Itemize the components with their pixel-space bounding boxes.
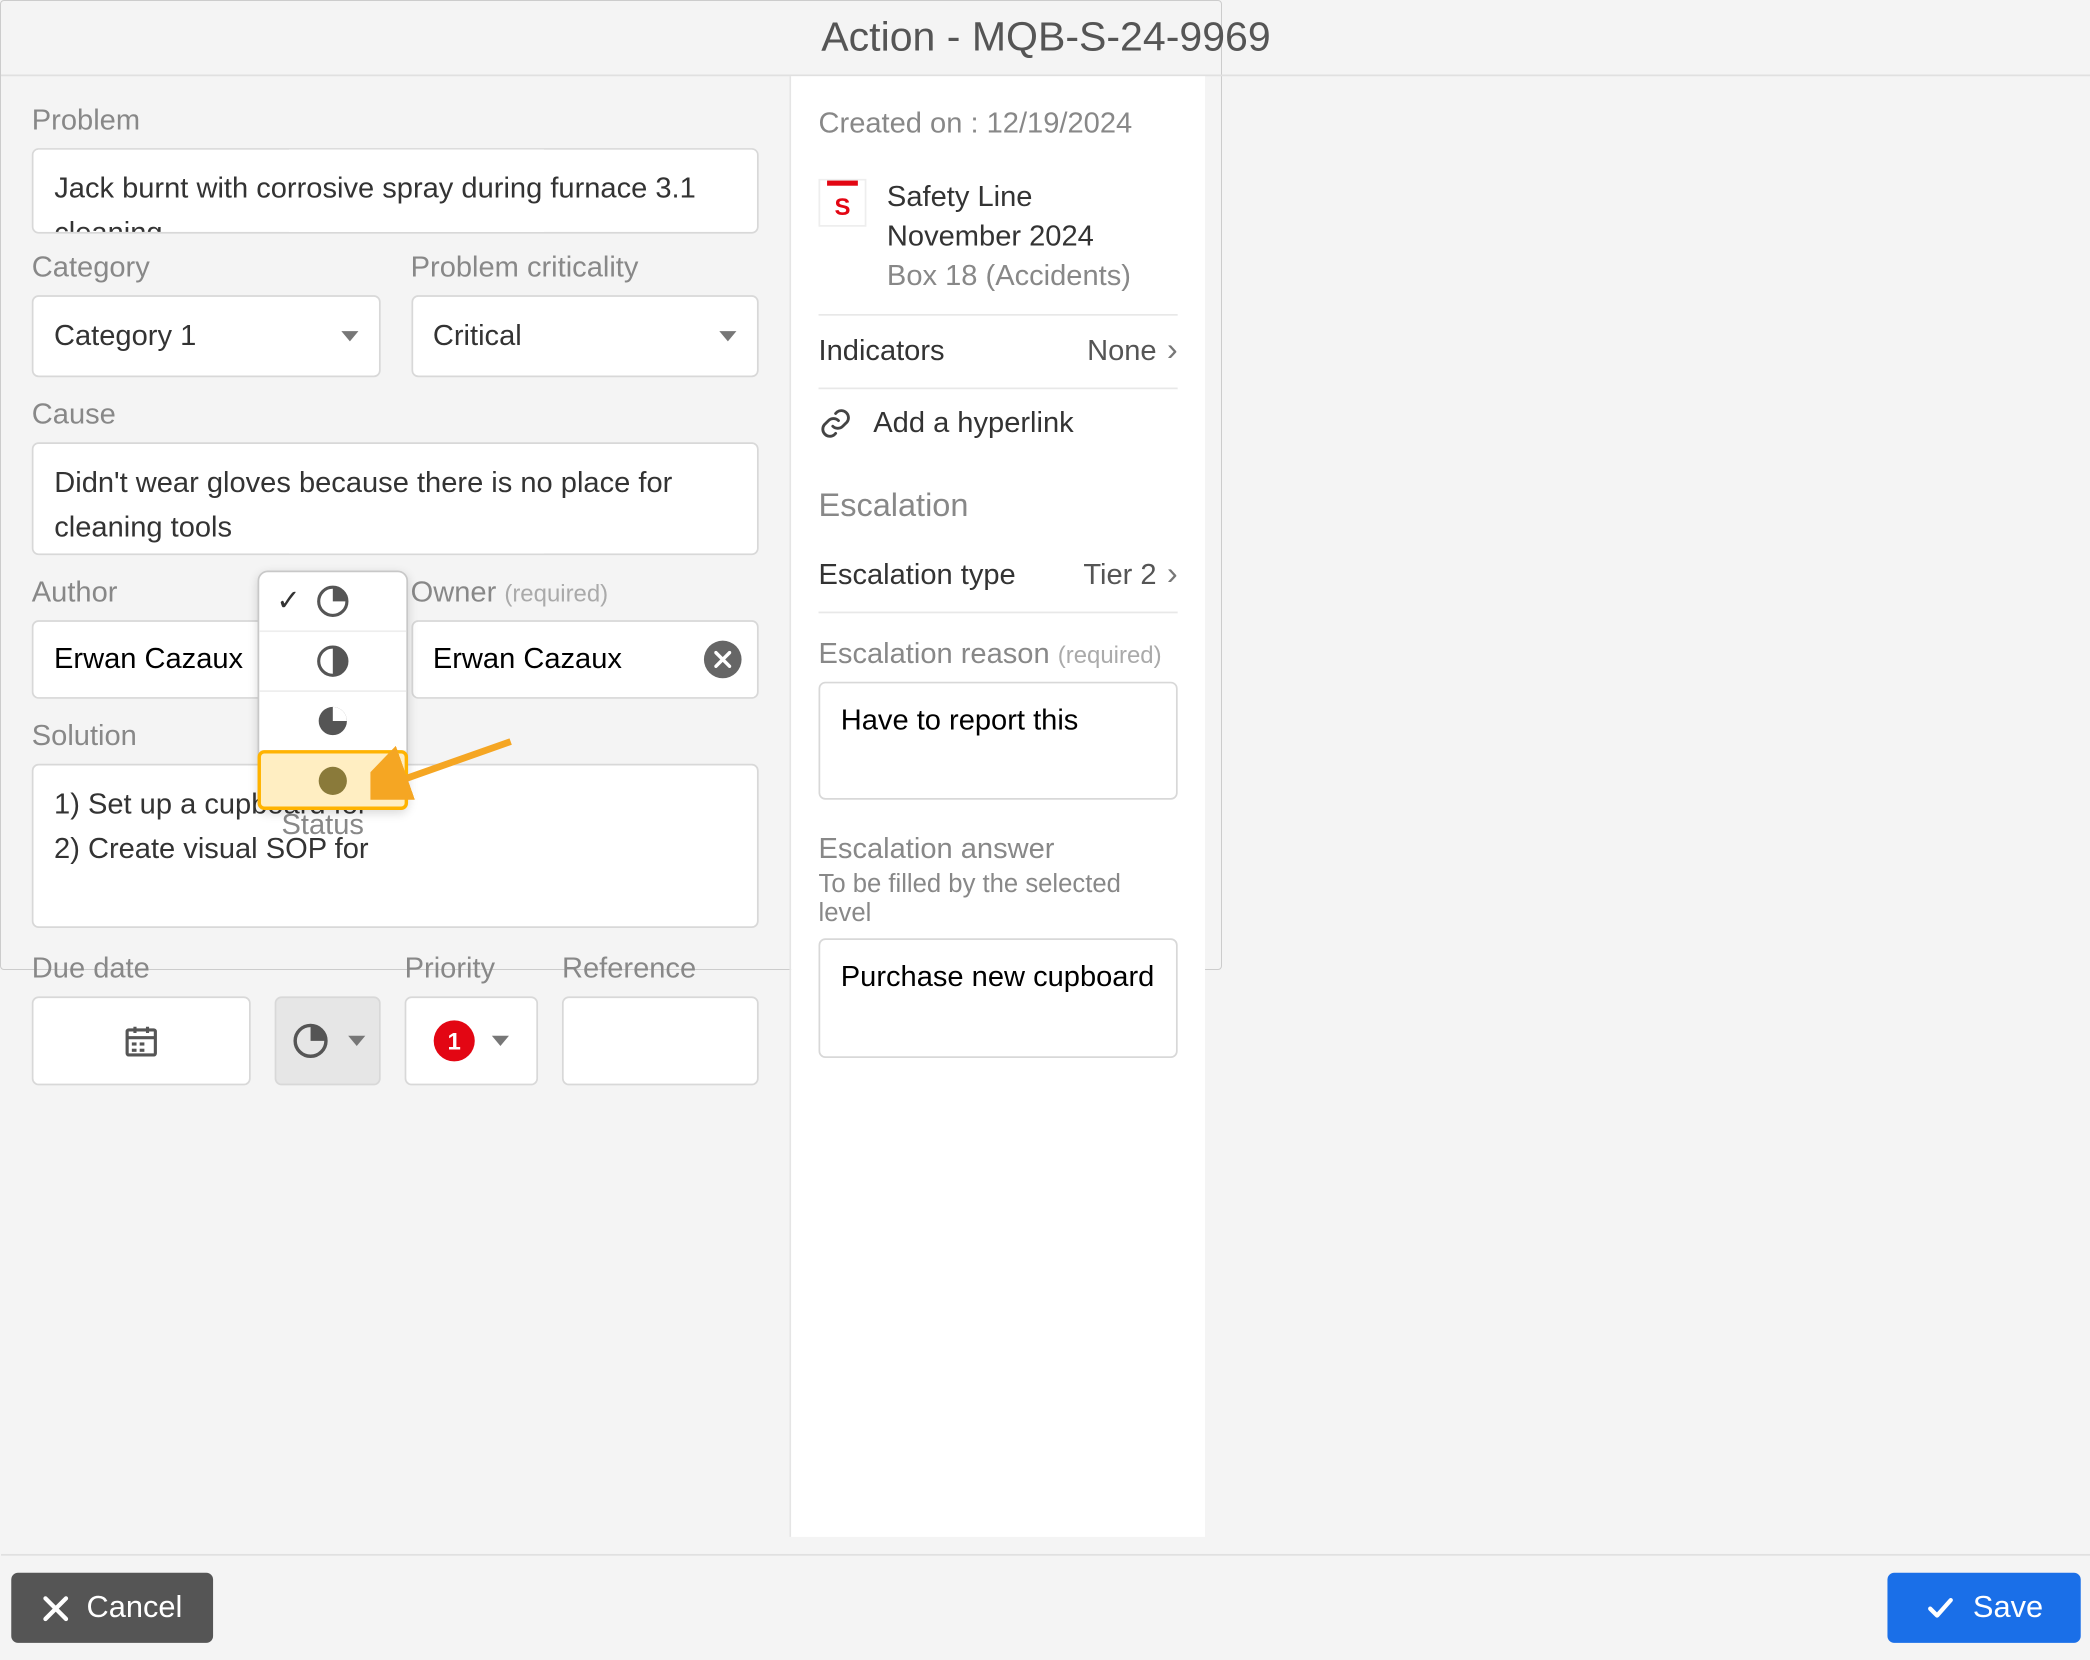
cancel-button[interactable]: Cancel bbox=[11, 1573, 213, 1643]
criticality-select[interactable]: Critical bbox=[411, 295, 759, 377]
status-three-quarter-icon bbox=[314, 702, 352, 740]
escalation-heading: Escalation bbox=[819, 488, 1178, 526]
cause-label: Cause bbox=[32, 398, 759, 432]
priority-badge: 1 bbox=[434, 1020, 475, 1061]
due-date-picker[interactable] bbox=[32, 996, 251, 1085]
calendar-icon bbox=[122, 1022, 160, 1060]
escalation-answer-hint: To be filled by the selected level bbox=[819, 871, 1178, 929]
hyperlink-row[interactable]: Add a hyperlink bbox=[819, 389, 1178, 457]
indicators-label: Indicators bbox=[819, 334, 945, 368]
dialog-title: Action - MQB-S-24-9969 bbox=[821, 14, 1270, 62]
due-date-label: Due date bbox=[32, 952, 251, 986]
source-title: Safety Line bbox=[887, 179, 1178, 218]
chevron-down-icon bbox=[492, 1036, 509, 1046]
indicators-row[interactable]: Indicators None › bbox=[819, 315, 1178, 389]
owner-label-text: Owner bbox=[411, 576, 497, 608]
sidebar: Created on : 12/19/2024 S Safety Line No… bbox=[791, 76, 1205, 1537]
escalation-answer-field[interactable] bbox=[819, 939, 1178, 1058]
dialog-header: Action - MQB-S-24-9969 bbox=[1, 1, 2090, 76]
reference-field[interactable] bbox=[562, 996, 759, 1085]
esc-reason-required-hint: (required) bbox=[1058, 640, 1162, 667]
escalation-type-label: Escalation type bbox=[819, 558, 1016, 592]
status-select[interactable] bbox=[275, 996, 381, 1085]
cancel-label: Cancel bbox=[87, 1590, 183, 1626]
save-button[interactable]: Save bbox=[1887, 1573, 2080, 1643]
priority-label: Priority bbox=[405, 952, 538, 986]
category-select[interactable]: Category 1 bbox=[32, 295, 380, 377]
owner-required-hint: (required) bbox=[504, 579, 608, 606]
source-icon: S bbox=[819, 179, 867, 227]
chevron-down-icon bbox=[348, 1036, 365, 1046]
owner-field-wrap bbox=[411, 620, 759, 699]
chevron-down-icon bbox=[340, 331, 357, 341]
priority-value: 1 bbox=[448, 1027, 461, 1054]
criticality-label: Problem criticality bbox=[411, 251, 759, 285]
escalation-answer-label: Escalation answer bbox=[819, 833, 1178, 867]
escalation-type-row[interactable]: Escalation type Tier 2 › bbox=[819, 539, 1178, 613]
source-subtitle: November 2024 bbox=[887, 218, 1178, 257]
dialog-footer: Cancel Save bbox=[1, 1554, 2090, 1660]
clear-owner-button[interactable] bbox=[704, 641, 742, 679]
category-value: Category 1 bbox=[54, 319, 196, 353]
arrow-annotation bbox=[370, 731, 524, 799]
category-label: Category bbox=[32, 251, 380, 285]
save-label: Save bbox=[1973, 1590, 2043, 1626]
escalation-reason-label: Escalation reason (required) bbox=[819, 637, 1178, 671]
source-section: S Safety Line November 2024 Box 18 (Acci… bbox=[819, 162, 1178, 316]
reference-label: Reference bbox=[562, 952, 759, 986]
link-icon bbox=[819, 406, 853, 440]
status-quarter-icon bbox=[290, 1020, 331, 1061]
created-on-date: 12/19/2024 bbox=[987, 107, 1133, 139]
status-quarter-icon bbox=[314, 583, 352, 621]
cause-field[interactable] bbox=[32, 442, 759, 555]
created-on-label: Created on : bbox=[819, 107, 979, 139]
source-detail: Box 18 (Accidents) bbox=[887, 257, 1178, 296]
priority-select[interactable]: 1 bbox=[405, 996, 538, 1085]
status-half-icon bbox=[314, 642, 352, 680]
hyperlink-label: Add a hyperlink bbox=[873, 406, 1073, 440]
chevron-down-icon bbox=[719, 331, 736, 341]
chevron-right-icon: › bbox=[1167, 332, 1178, 370]
chevron-right-icon: › bbox=[1167, 557, 1178, 595]
problem-label: Problem bbox=[32, 104, 759, 138]
status-option-quarter[interactable]: ✓ bbox=[259, 572, 406, 632]
esc-reason-label-text: Escalation reason bbox=[819, 637, 1050, 669]
check-icon: ✓ bbox=[276, 584, 300, 618]
problem-field[interactable] bbox=[32, 148, 759, 234]
check-icon bbox=[1925, 1592, 1956, 1623]
close-icon bbox=[42, 1594, 69, 1621]
owner-label: Owner (required) bbox=[411, 576, 759, 610]
status-full-icon bbox=[314, 761, 352, 799]
close-icon bbox=[714, 651, 731, 668]
created-on: Created on : 12/19/2024 bbox=[819, 107, 1178, 141]
criticality-value: Critical bbox=[433, 319, 522, 353]
status-option-half[interactable] bbox=[259, 632, 406, 692]
escalation-type-value: Tier 2 bbox=[1083, 558, 1156, 592]
escalation-reason-field[interactable] bbox=[819, 681, 1178, 800]
indicators-value: None bbox=[1087, 334, 1157, 368]
status-label: Status bbox=[281, 808, 363, 842]
